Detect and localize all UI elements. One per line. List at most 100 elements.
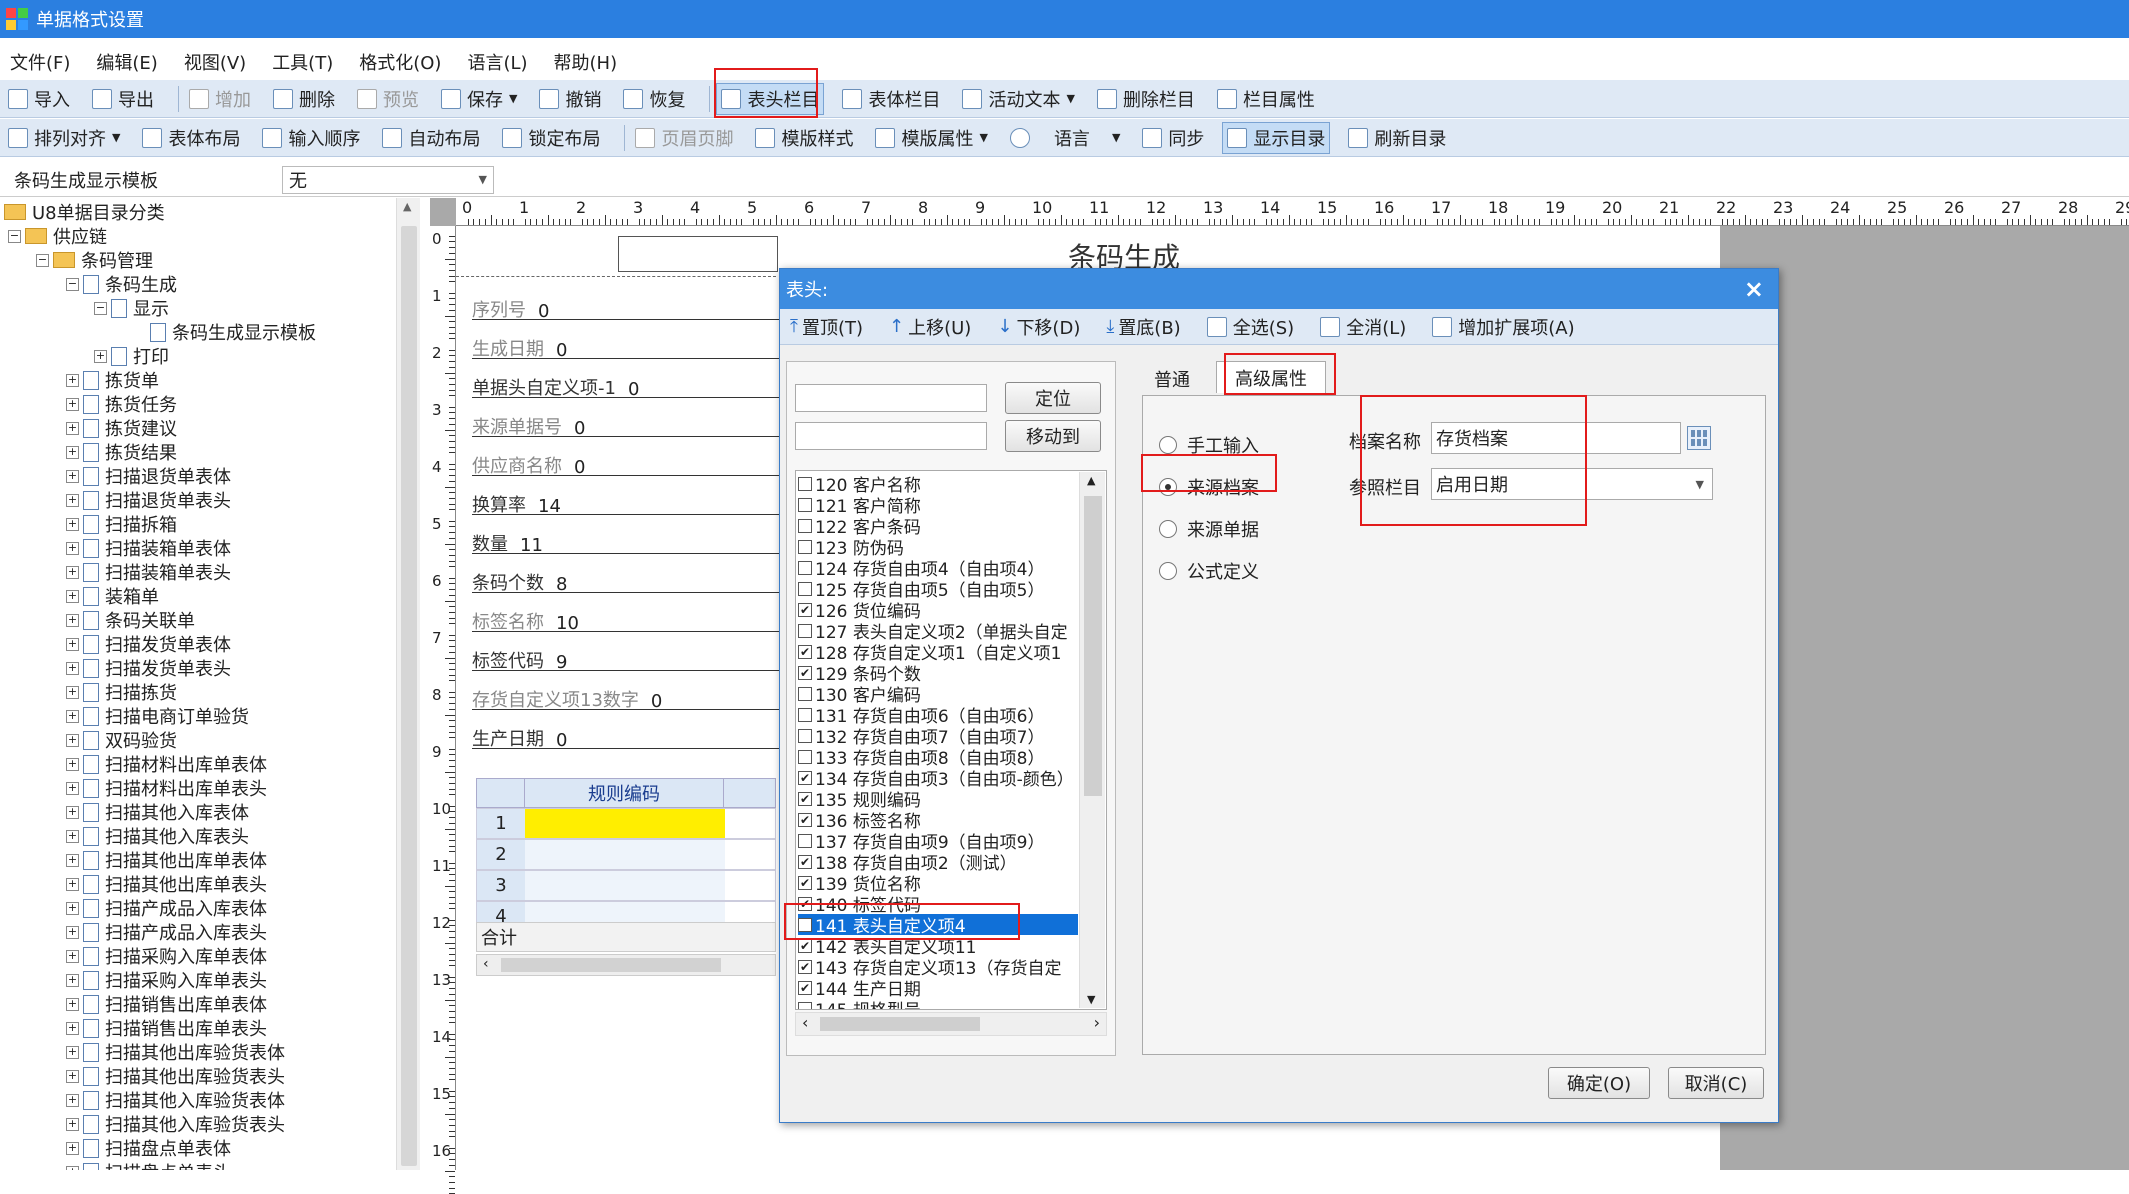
tree-node[interactable]: + 扫描产成品入库表头 (66, 920, 267, 944)
checkbox[interactable] (798, 581, 812, 596)
checkbox[interactable] (798, 497, 812, 512)
locate-button[interactable]: 定位 (1005, 382, 1101, 414)
expand-icon[interactable]: + (66, 421, 79, 435)
tree-node[interactable]: + 扫描其他入库表头 (66, 824, 249, 848)
language-button[interactable]: 语言 ▼ (1006, 122, 1124, 154)
header-footer-button[interactable]: 页眉页脚 (631, 122, 737, 154)
tree-node[interactable]: + 扫描采购入库单表头 (66, 968, 267, 992)
column-list-item[interactable]: 130 客户编码 (798, 683, 921, 706)
grid-header-rule-code[interactable]: 规则编码 (524, 778, 724, 808)
expand-icon[interactable]: + (66, 1069, 79, 1083)
grid-row[interactable]: 3 (476, 870, 776, 901)
collapse-icon[interactable]: − (8, 229, 21, 243)
tree-node-barcode-gen[interactable]: − 条码生成 (66, 272, 177, 296)
expand-icon[interactable]: + (66, 589, 79, 603)
tree-node[interactable]: + 扫描其他入库验货表头 (66, 1112, 285, 1136)
expand-icon[interactable]: + (66, 565, 79, 579)
tree-node[interactable]: + 扫描其他入库验货表体 (66, 1088, 285, 1112)
tree-node[interactable]: + 拣货任务 (66, 392, 177, 416)
expand-icon[interactable]: + (66, 613, 79, 627)
tree-node[interactable]: + 扫描发货单表体 (66, 632, 231, 656)
tree-node[interactable]: + 扫描其他出库验货表体 (66, 1040, 285, 1064)
radio-formula[interactable]: 公式定义 (1159, 558, 1259, 584)
tree-node[interactable]: + 扫描退货单表头 (66, 488, 231, 512)
checkbox[interactable]: ✔ (798, 980, 812, 995)
column-list-item[interactable]: 120 客户名称 (798, 473, 921, 496)
tree-node[interactable]: + 扫描其他出库单表体 (66, 848, 267, 872)
grid-cell[interactable] (525, 809, 725, 838)
expand-icon[interactable]: + (66, 901, 79, 915)
body-column-button[interactable]: 表体栏目 (838, 83, 944, 115)
expand-icon[interactable]: + (66, 373, 79, 387)
radio-circle[interactable] (1159, 562, 1177, 580)
tree-root[interactable]: U8单据目录分类 (4, 200, 165, 224)
tree-node[interactable]: + 扫描发货单表头 (66, 656, 231, 680)
tree-node[interactable]: + 扫描产成品入库表体 (66, 896, 267, 920)
dropdown-arrow-icon[interactable]: ▼ (509, 92, 517, 105)
expand-icon[interactable]: + (66, 1045, 79, 1059)
column-list-item[interactable]: 124 存货自由项4（自由项4） (798, 557, 1044, 580)
ok-button[interactable]: 确定(O) (1548, 1067, 1650, 1099)
tree-node[interactable]: + 扫描电商订单验货 (66, 704, 249, 728)
locate-input[interactable] (795, 384, 987, 412)
tab-general[interactable]: 普通 (1154, 365, 1208, 393)
expand-icon[interactable]: + (66, 1117, 79, 1131)
tree-node[interactable]: + 扫描其他入库表体 (66, 800, 249, 824)
menu-item[interactable]: 格式化(O) (359, 49, 441, 75)
column-list-item[interactable]: ✔ 129 条码个数 (798, 662, 921, 685)
collapse-icon[interactable]: − (36, 253, 49, 267)
scroll-up-icon[interactable]: ▲ (1087, 474, 1095, 487)
tree-node[interactable]: + 扫描退货单表体 (66, 464, 231, 488)
move-to-button[interactable]: 移动到 (1005, 420, 1101, 452)
tree-node[interactable]: + 装箱单 (66, 584, 159, 608)
close-icon[interactable]: × (1744, 275, 1764, 303)
scroll-left-icon[interactable]: ‹ (483, 956, 489, 972)
logo-placeholder-box[interactable] (618, 236, 778, 272)
tree-node[interactable]: + 扫描材料出库单表体 (66, 752, 267, 776)
expand-icon[interactable]: + (66, 493, 79, 507)
expand-icon[interactable]: + (66, 397, 79, 411)
expand-icon[interactable]: + (66, 877, 79, 891)
column-props-button[interactable]: 栏目属性 (1213, 83, 1319, 115)
move-bottom-button[interactable]: ⤓ 置底(B) (1102, 311, 1184, 343)
checkbox[interactable]: ✔ (798, 854, 812, 869)
tree-node[interactable]: + 拣货单 (66, 368, 159, 392)
dropdown-arrow-icon[interactable]: ▼ (1066, 92, 1074, 105)
checkbox[interactable]: ✔ (798, 644, 812, 659)
expand-icon[interactable]: + (66, 757, 79, 771)
column-list-item[interactable]: ✔ 139 货位名称 (798, 872, 921, 895)
column-list-item[interactable]: 122 客户条码 (798, 515, 921, 538)
checkbox[interactable] (798, 728, 812, 743)
tree-node[interactable]: + 扫描材料出库单表头 (66, 776, 267, 800)
menu-item[interactable]: 文件(F) (10, 49, 70, 75)
tree-node-display-template[interactable]: 条码生成显示模板 (150, 320, 316, 344)
column-list-item[interactable]: ✔ 134 存货自由项3（自由项-颜色） (798, 767, 1074, 790)
checkbox[interactable] (798, 1001, 812, 1009)
checkbox[interactable]: ✔ (798, 665, 812, 680)
form-field[interactable]: 单据头自定义项-1 0 (472, 370, 792, 400)
input-order-button[interactable]: 输入顺序 (258, 122, 364, 154)
refresh-catalog-button[interactable]: 刷新目录 (1344, 122, 1450, 154)
checkbox[interactable] (798, 833, 812, 848)
move-to-input[interactable] (795, 422, 987, 450)
menu-item[interactable]: 帮助(H) (554, 49, 618, 75)
checkbox[interactable]: ✔ (798, 959, 812, 974)
expand-icon[interactable]: + (66, 1141, 79, 1155)
sync-button[interactable]: 同步 (1138, 122, 1208, 154)
checkbox[interactable]: ✔ (798, 602, 812, 617)
column-list-item[interactable]: 125 存货自由项5（自由项5） (798, 578, 1044, 601)
tree-node-print[interactable]: + 打印 (94, 344, 169, 368)
scroll-right-icon[interactable]: › (1094, 1013, 1100, 1032)
tree-node[interactable]: + 扫描销售出库单表体 (66, 992, 267, 1016)
collapse-icon[interactable]: − (66, 277, 79, 291)
form-field[interactable]: 换算率 14 (472, 487, 792, 517)
scrollbar-thumb[interactable] (820, 1017, 980, 1031)
expand-icon[interactable]: + (66, 709, 79, 723)
expand-icon[interactable]: + (66, 973, 79, 987)
template-style-button[interactable]: 模版样式 (751, 122, 857, 154)
menu-item[interactable]: 视图(V) (184, 49, 246, 75)
grid-row[interactable]: 1 (476, 808, 776, 839)
tree-node[interactable]: + 扫描拣货 (66, 680, 177, 704)
form-field[interactable]: 生成日期 0 (472, 331, 792, 361)
grid-hscrollbar[interactable]: ‹ (476, 954, 776, 976)
